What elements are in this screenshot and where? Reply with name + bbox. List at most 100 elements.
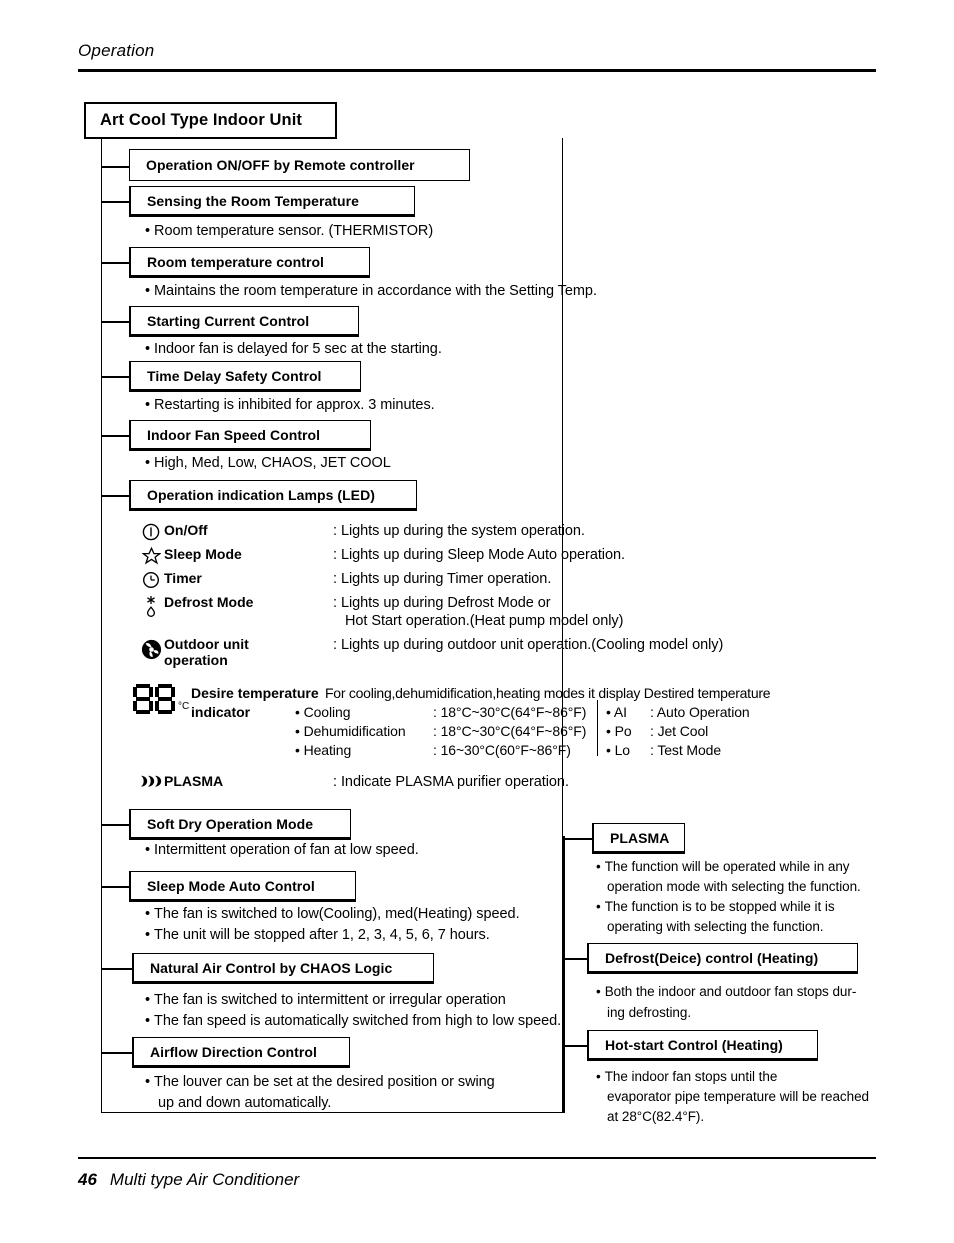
led-row-plasma: PLASMA (138, 773, 223, 789)
desire-temp-code-meaning: : Test Mode (650, 742, 722, 758)
connector-elbow (101, 201, 129, 203)
led-label: On/Off (164, 522, 208, 538)
connector-elbow (101, 968, 132, 970)
desire-temp-mode-range: : 18°C~30°C(64°F~86°F) (433, 723, 587, 739)
node-bullet: • The fan is switched to low(Cooling), me… (145, 906, 520, 922)
led-row-timer: Timer (138, 570, 202, 589)
node-bullet: • The fan is switched to intermittent or … (145, 992, 506, 1008)
connector-elbow (101, 262, 129, 264)
clock-icon (138, 570, 164, 589)
bullet-dot: • (145, 1074, 151, 1090)
led-label: PLASMA (164, 773, 224, 789)
bullet-dot: • (145, 455, 151, 471)
node-bullet: • The fan speed is automatically switched… (145, 1013, 562, 1029)
node-bullet: at 28°C(82.4°F). (607, 1109, 705, 1124)
node-bullet: • The function will be operated while in … (596, 859, 850, 874)
bullet-dot: • (596, 1069, 601, 1084)
led-label: Timer (164, 570, 202, 586)
bullet-dot: • (145, 906, 151, 922)
node-box-sensing-room-temperature[interactable]: Sensing the Room Temperature (129, 186, 415, 217)
desire-temp-code-meaning: : Auto Operation (650, 704, 750, 720)
temperature-unit-label: °C (178, 701, 190, 712)
star-icon (138, 546, 164, 565)
node-bullet: • The function is to be stopped while it … (596, 899, 835, 914)
bullet-dot: • (145, 842, 151, 858)
node-box-time-delay-safety-control[interactable]: Time Delay Safety Control (129, 361, 361, 392)
desire-temperature-label-line2: indicator (191, 704, 251, 720)
led-description: : Indicate PLASMA purifier operation. (333, 774, 569, 790)
node-box-operation-indication-lamps[interactable]: Operation indication Lamps (LED) (129, 480, 417, 511)
connector-elbow (101, 1052, 132, 1054)
footer-doc-title: Multi type Air Conditioner (109, 1170, 300, 1189)
desire-temperature-lead-text: For cooling,dehumidification,heating mod… (325, 685, 771, 701)
led-label: Sleep Mode (164, 546, 242, 562)
node-box-plasma[interactable]: PLASMA (592, 823, 685, 854)
node-box-indoor-fan-speed-control[interactable]: Indoor Fan Speed Control (129, 420, 371, 451)
led-label: Defrost Mode (164, 594, 254, 610)
led-description-line2: Hot Start operation.(Heat pump model onl… (345, 613, 624, 629)
seven-segment-digit (133, 684, 153, 714)
node-box-starting-current-control[interactable]: Starting Current Control (129, 306, 359, 337)
node-box-airflow-direction-control[interactable]: Airflow Direction Control (132, 1037, 350, 1068)
bullet-dot: • (606, 704, 611, 720)
manual-page: Operation Art Cool Type Indoor Unit Oper… (0, 0, 954, 1243)
node-bullet: ing defrosting. (607, 1005, 692, 1020)
connector-elbow (563, 1045, 587, 1047)
snowflake-drop-icon (138, 594, 164, 617)
node-bullet: • Room temperature sensor. (THERMISTOR) (145, 223, 434, 239)
header-rule (78, 69, 876, 72)
node-bullet: • The indoor fan stops until the (596, 1069, 778, 1084)
desire-temp-code: • Lo (606, 742, 630, 758)
desire-temp-mode-range: : 18°C~30°C(64°F~86°F) (433, 704, 587, 720)
node-bullet: • The unit will be stopped after 1, 2, 3,… (145, 927, 490, 943)
connector-elbow (101, 886, 129, 888)
desire-temp-code: • Po (606, 723, 632, 739)
bullet-dot: • (145, 223, 151, 239)
node-bullet: • Restarting is inhibited for approx. 3 m… (145, 397, 435, 413)
node-box-soft-dry-operation-mode[interactable]: Soft Dry Operation Mode (129, 809, 351, 840)
bullet-dot: • (295, 704, 300, 720)
led-description: : Lights up during Timer operation. (333, 571, 552, 587)
seven-segment-display-icon: °C (133, 684, 189, 714)
node-box-sleep-mode-auto-control[interactable]: Sleep Mode Auto Control (129, 871, 356, 902)
node-bullet: operating with selecting the function. (607, 919, 824, 934)
bullet-dot: • (606, 723, 611, 739)
bullet-dot: • (145, 283, 151, 299)
node-bullet: operation mode with selecting the functi… (607, 879, 861, 894)
connector-elbow (101, 495, 129, 497)
node-bullet: • Both the indoor and outdoor fan stops d… (596, 984, 857, 999)
bullet-dot: • (145, 927, 151, 943)
node-box-natural-air-control-chaos[interactable]: Natural Air Control by CHAOS Logic (132, 953, 434, 984)
footer-page-number: 46 (78, 1170, 97, 1189)
led-description: : Lights up during the system operation. (333, 523, 585, 539)
page-footer: 46 Multi type Air Conditioner (78, 1170, 299, 1190)
led-row-defrost-mode: Defrost Mode (138, 594, 253, 617)
node-box-defrost-deice-control[interactable]: Defrost(Deice) control (Heating) (587, 943, 858, 974)
connector-elbow (101, 166, 129, 168)
node-box-operation-onoff[interactable]: Operation ON/OFF by Remote controller (129, 149, 470, 181)
bullet-dot: • (145, 992, 151, 1008)
footer-rule (78, 1157, 876, 1159)
node-box-hot-start-control[interactable]: Hot-start Control (Heating) (587, 1030, 818, 1061)
plasma-waves-icon (138, 773, 164, 788)
page-header-section: Operation (78, 41, 155, 60)
node-bullet: up and down automatically. (158, 1095, 332, 1111)
bullet-dot: • (295, 742, 300, 758)
connector-elbow (101, 376, 129, 378)
right-branch-spine (563, 836, 565, 1113)
bullet-dot: • (295, 723, 300, 739)
desire-temp-mode-name: • Dehumidification (295, 723, 406, 739)
node-box-room-temperature-control[interactable]: Room temperature control (129, 247, 370, 278)
led-row-sleep-mode: Sleep Mode (138, 546, 242, 565)
connector-elbow (101, 435, 129, 437)
desire-temp-code-meaning: : Jet Cool (650, 723, 709, 739)
seven-segment-digit (155, 684, 175, 714)
bullet-dot: • (596, 984, 601, 999)
led-row-on-off: On/Off (138, 522, 208, 541)
led-label-line2: operation (164, 652, 228, 668)
node-bullet: • Intermittent operation of fan at low sp… (145, 842, 419, 858)
desire-temp-divider (597, 700, 599, 756)
bullet-dot: • (145, 341, 151, 357)
connector-elbow (563, 838, 592, 840)
desire-temperature-label-line1: Desire temperature (191, 685, 319, 701)
